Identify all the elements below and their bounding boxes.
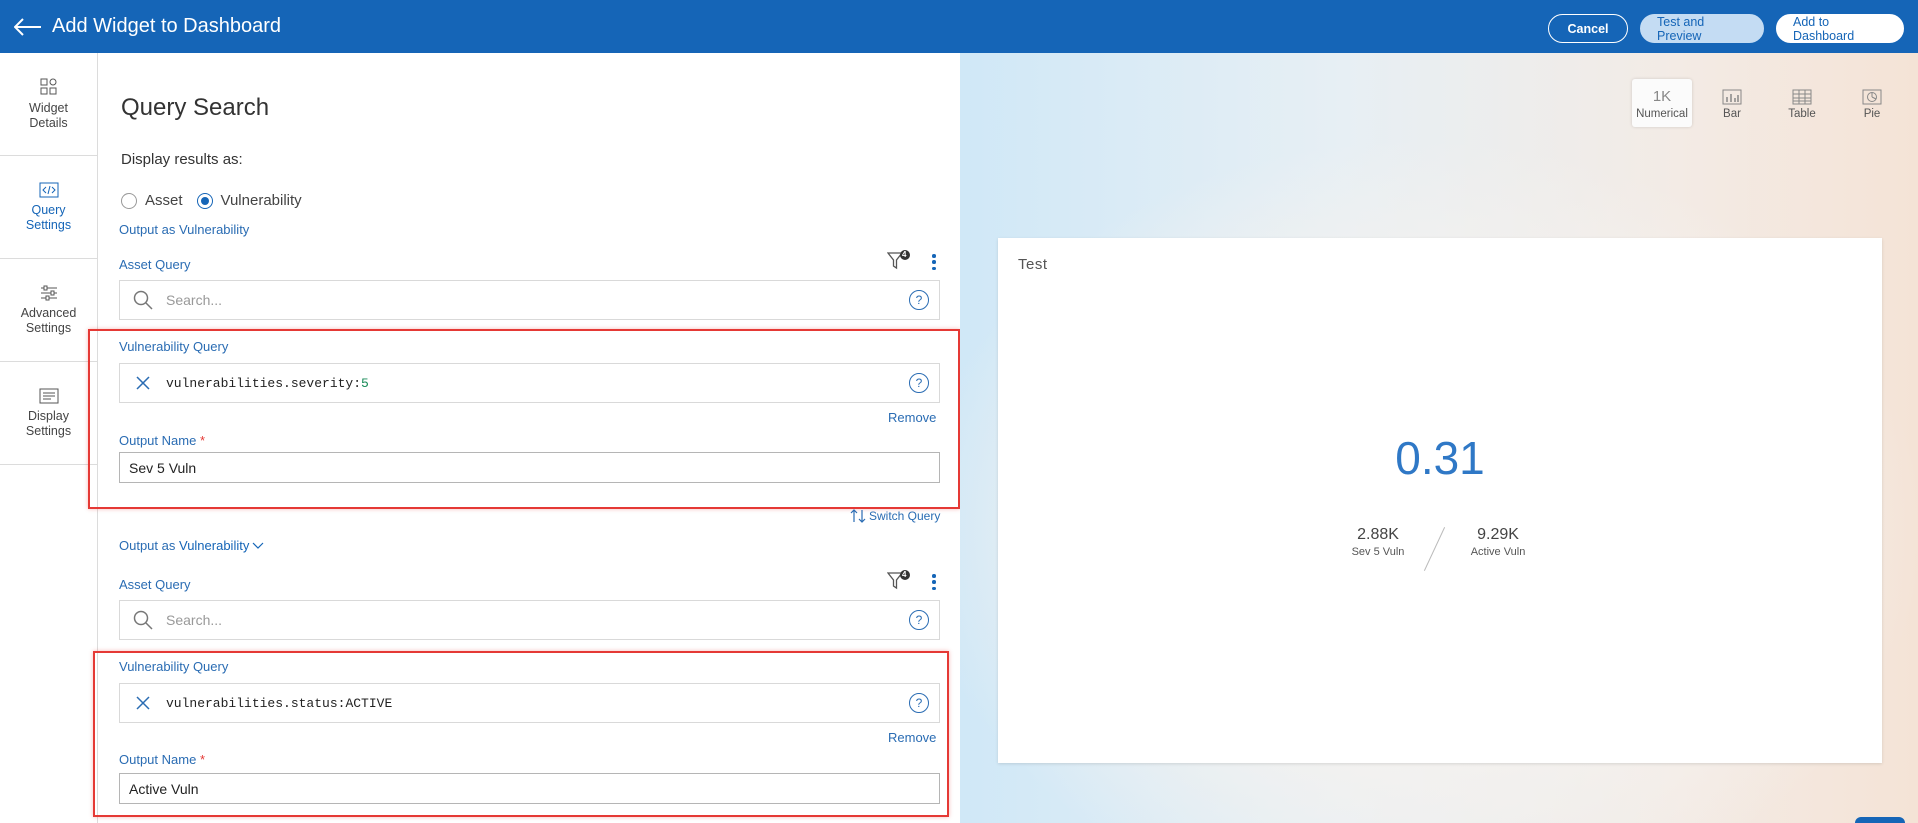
left-stat: 2.88K Sev 5 Vuln: [1338, 526, 1418, 558]
corner-tab[interactable]: [1855, 817, 1905, 823]
code-icon: [39, 182, 58, 197]
sidebar-item-display-settings[interactable]: Display Settings: [0, 362, 97, 465]
asset-query-search-field[interactable]: Search... ?: [119, 280, 940, 320]
left-stat-label: Sev 5 Vuln: [1351, 546, 1405, 558]
vulnerability-query-label: Vulnerability Query: [119, 659, 229, 674]
clear-query-x-icon[interactable]: [120, 376, 166, 390]
chart-type-selector: 1K Numerical Bar Table Pie: [1632, 79, 1902, 127]
sidebar-item-label: Widget Details: [29, 100, 68, 130]
help-icon[interactable]: ?: [909, 373, 929, 393]
table-icon: [1792, 87, 1812, 107]
preview-area: 1K Numerical Bar Table Pie Test 0.31 2.8…: [960, 53, 1918, 823]
radio-asset[interactable]: [121, 192, 137, 209]
radio-vulnerability[interactable]: [196, 192, 213, 209]
output-name-input[interactable]: Sev 5 Vuln: [119, 452, 940, 483]
filter-count-badge: 4: [902, 570, 907, 579]
radio-asset-label: Asset: [145, 192, 183, 209]
chart-type-table[interactable]: Table: [1772, 79, 1832, 127]
asset-query-label: Asset Query: [119, 577, 191, 592]
back-arrow-icon[interactable]: [8, 0, 48, 53]
query-value: 5: [361, 375, 369, 391]
right-stat: 9.29K Active Vuln: [1453, 526, 1543, 558]
more-options-kebab-icon[interactable]: [929, 571, 939, 593]
switch-query-link[interactable]: Switch Query: [850, 509, 940, 523]
left-stat-value: 2.88K: [1357, 526, 1399, 543]
sidebar-item-label: Query Settings: [25, 202, 72, 232]
chart-type-pie[interactable]: Pie: [1842, 79, 1902, 127]
page-title: Add Widget to Dashboard: [52, 15, 282, 37]
sidebar-item-query-settings[interactable]: Query Settings: [0, 156, 97, 259]
add-to-dashboard-button[interactable]: Add to Dashboard: [1776, 14, 1904, 43]
query-key: vulnerabilities.severity:: [166, 375, 362, 391]
widget-icon: [40, 78, 56, 94]
widget-title: Test: [1018, 256, 1048, 273]
bar-chart-icon: [1722, 87, 1742, 107]
vulnerability-query-field[interactable]: vulnerabilities.severity:5 ?: [119, 363, 940, 403]
chart-type-bar[interactable]: Bar: [1702, 79, 1762, 127]
ratio-value: 0.31: [1395, 432, 1485, 484]
display-results-radio-group: Asset Vulnerability: [121, 192, 302, 209]
display-results-label: Display results as:: [121, 151, 243, 168]
display-icon: [39, 388, 58, 403]
header-bar: Add Widget to Dashboard Cancel Test and …: [0, 0, 1918, 53]
help-icon[interactable]: ?: [909, 610, 929, 630]
remove-link[interactable]: Remove: [888, 410, 936, 425]
settings-sidebar: Widget Details Query Settings Advanced S…: [0, 53, 98, 823]
output-name-label: Output Name *: [119, 752, 206, 767]
test-and-preview-button[interactable]: Test and Preview: [1640, 14, 1764, 43]
right-stat-value: 9.29K: [1477, 526, 1519, 543]
output-name-input[interactable]: Active Vuln: [119, 773, 940, 804]
vulnerability-query-label: Vulnerability Query: [119, 339, 229, 354]
more-options-kebab-icon[interactable]: [929, 251, 939, 273]
sidebar-item-label: Advanced Settings: [20, 305, 77, 335]
sidebar-item-advanced-settings[interactable]: Advanced Settings: [0, 259, 97, 362]
radio-vulnerability-label: Vulnerability: [220, 192, 302, 209]
remove-link[interactable]: Remove: [888, 730, 936, 745]
output-name-label: Output Name *: [119, 433, 206, 448]
filter-icon[interactable]: 4: [886, 250, 911, 272]
query-key: vulnerabilities.status:: [166, 695, 346, 711]
clear-query-x-icon[interactable]: [120, 696, 166, 710]
asset-query-search-field[interactable]: Search... ?: [119, 600, 940, 640]
chevron-down-icon: [252, 542, 264, 549]
widget-preview-card: Test 0.31 2.88K Sev 5 Vuln 9.29K Active …: [998, 238, 1882, 763]
switch-arrows-icon: [850, 509, 866, 523]
sliders-icon: [40, 285, 57, 300]
filter-count-badge: 4: [902, 250, 907, 259]
numerical-icon: 1K: [1652, 88, 1672, 105]
query-search-heading: Query Search: [121, 94, 270, 121]
help-icon[interactable]: ?: [909, 290, 929, 310]
filter-icon[interactable]: 4: [886, 570, 911, 592]
cancel-button[interactable]: Cancel: [1548, 14, 1628, 43]
sidebar-item-label: Display Settings: [25, 408, 72, 438]
search-placeholder: Search...: [166, 292, 223, 308]
right-stat-label: Active Vuln: [1470, 546, 1526, 558]
output-as-label: Output as Vulnerability: [119, 222, 250, 237]
vulnerability-query-field[interactable]: vulnerabilities.status:ACTIVE ?: [119, 683, 940, 723]
search-icon: [120, 290, 166, 310]
help-icon[interactable]: ?: [909, 693, 929, 713]
search-icon: [120, 610, 166, 630]
chart-type-numerical[interactable]: 1K Numerical: [1632, 79, 1692, 127]
pie-chart-icon: [1862, 87, 1882, 107]
sidebar-item-widget-details[interactable]: Widget Details: [0, 53, 97, 156]
stat-divider: [1423, 527, 1446, 571]
asset-query-label: Asset Query: [119, 257, 191, 272]
query-value: ACTIVE: [345, 695, 393, 711]
output-as-dropdown[interactable]: Output as Vulnerability: [119, 538, 264, 553]
search-placeholder: Search...: [166, 612, 223, 628]
